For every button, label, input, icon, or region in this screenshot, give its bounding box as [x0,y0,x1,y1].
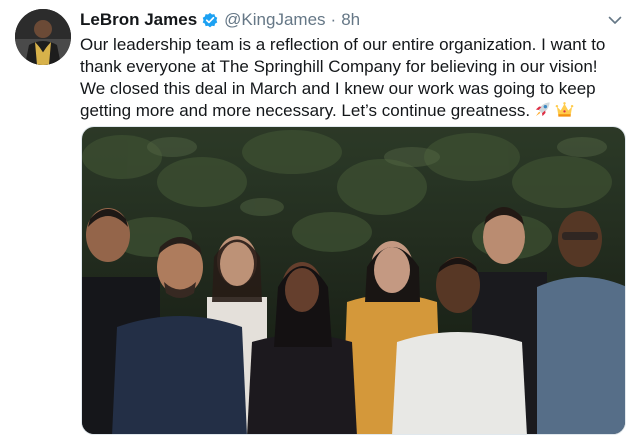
team-photo-image [82,127,625,434]
verified-badge-icon [202,12,218,28]
tweet-timestamp[interactable]: 8h [341,9,360,31]
author-handle[interactable]: @KingJames [224,9,325,31]
tweet-text-line: getting more and more necessary. Let’s c… [80,101,531,120]
chevron-down-icon[interactable] [607,12,623,28]
tweet-text-line: thank everyone at The Springhill Company… [80,57,598,76]
tweet-photo[interactable] [81,126,626,435]
tweet-text-line-last: getting more and more necessary. Let’s c… [80,100,636,122]
avatar[interactable] [15,9,71,65]
tweet-text-line: Our leadership team is a reflection of o… [80,35,606,54]
tweet-text-line: We closed this deal in March and I knew … [80,79,596,98]
crown-icon [555,102,574,117]
rocket-icon [535,102,550,117]
tweet-text: Our leadership team is a reflection of o… [80,34,636,122]
avatar-image [15,9,71,65]
separator-dot: · [330,10,337,29]
tweet-header: LeBron James @KingJames · 8h [80,9,360,31]
tweet-card[interactable]: LeBron James @KingJames · 8h Our leaders… [0,0,640,444]
author-name[interactable]: LeBron James [80,9,197,31]
